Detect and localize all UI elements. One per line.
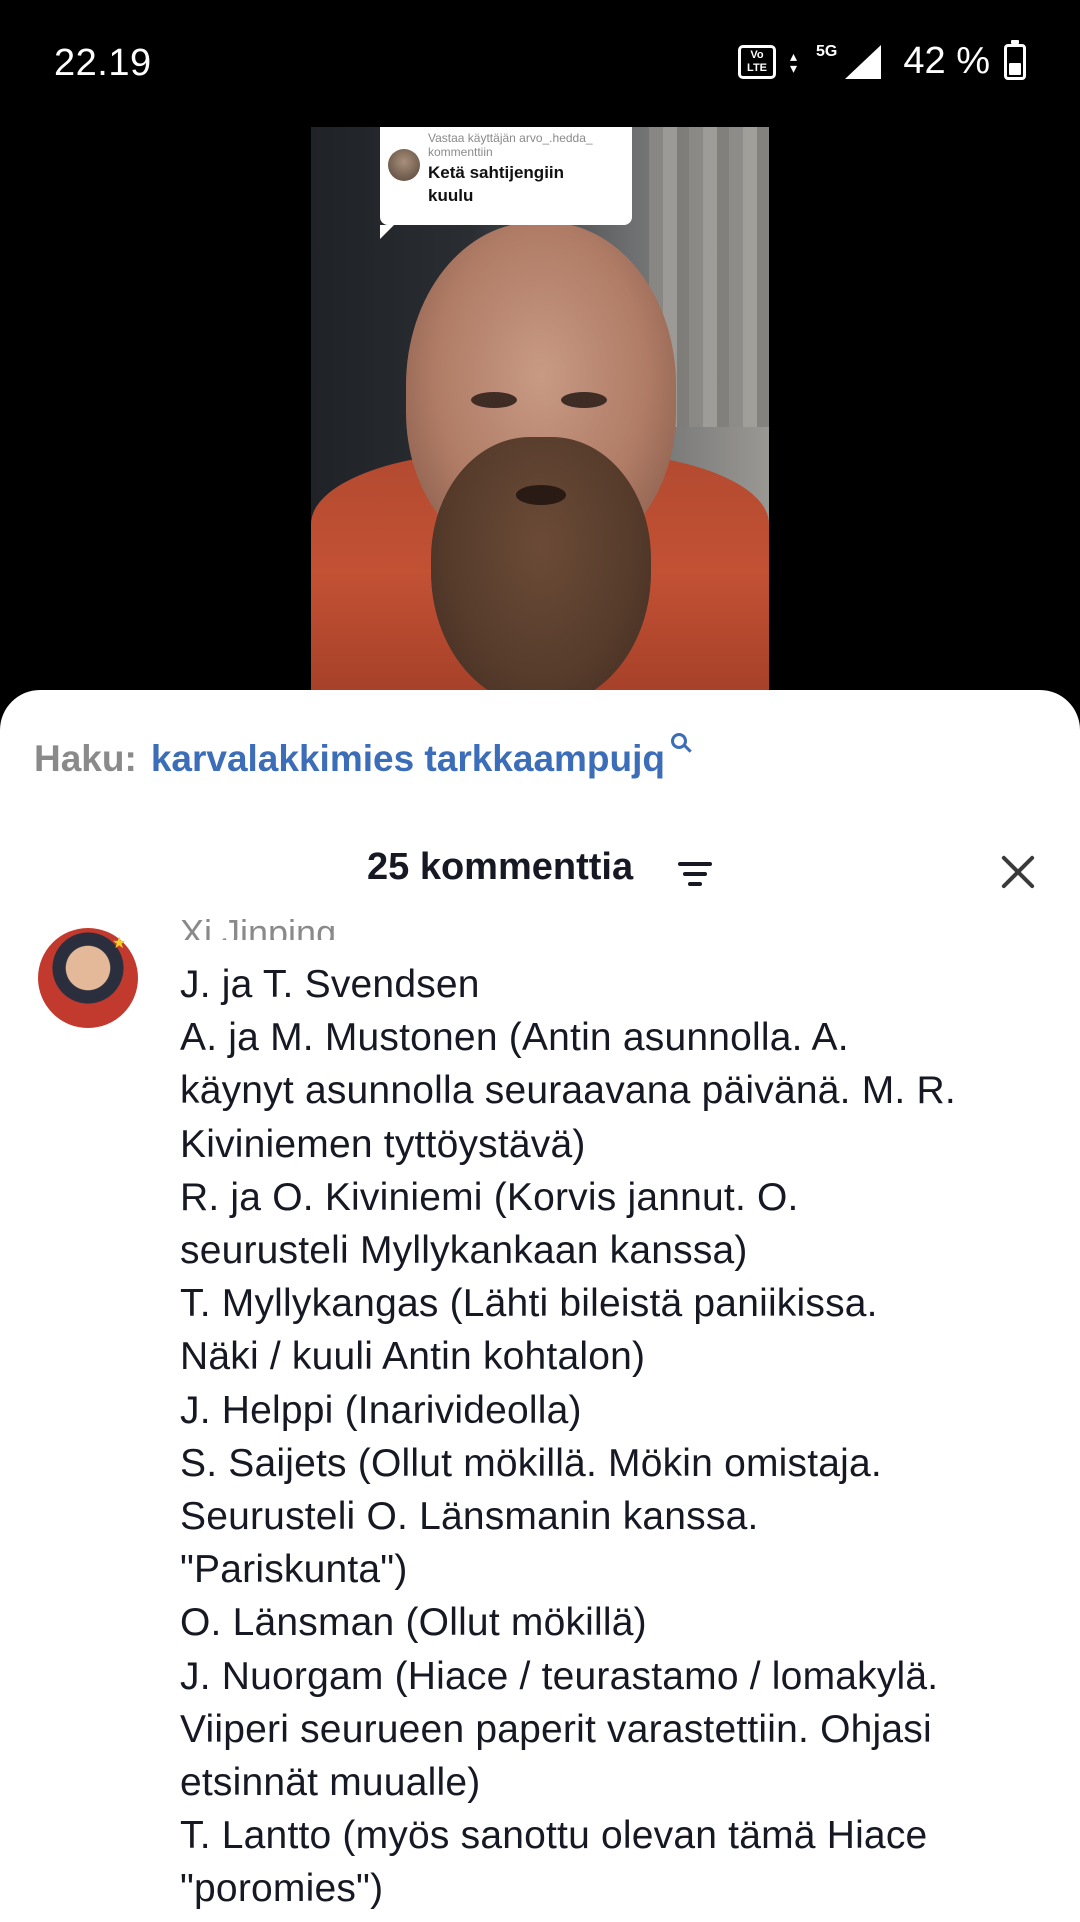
avatar[interactable]: ★ [38, 928, 138, 1028]
comment-line: käynyt asunnolla seuraavana päivänä. M. … [180, 1069, 956, 1113]
volte-icon: Vo LTE [738, 44, 777, 79]
comment-line: Näki / kuuli Antin kohtalon) [180, 1335, 646, 1379]
reply-meta: Vastaa käyttäjän arvo_.hedda_ kommenttii… [428, 131, 593, 159]
comments-count: 25 kommenttia [367, 846, 634, 888]
search-suggestion[interactable]: Haku: karvalakkimies tarkkaampujq [34, 733, 688, 780]
video-person-mouth [516, 485, 566, 505]
comment-line: J. Helppi (Inarivideolla) [180, 1388, 582, 1432]
comment-line: A. ja M. Mustonen (Antin asunnolla. A. [180, 1016, 849, 1060]
battery-percent: 42 % [903, 40, 990, 82]
video-player[interactable]: Vastaa käyttäjän arvo_.hedda_ kommenttii… [311, 127, 769, 692]
status-time: 22.19 [54, 42, 152, 84]
comment-line: T. Lantto (myös sanottu olevan tämä Hiac… [180, 1814, 928, 1858]
comment-line: T. Myllykangas (Lähti bileistä paniikiss… [180, 1282, 878, 1326]
status-bar: 22.19 Vo LTE ▴ ▾ 5G 42 % [0, 0, 1080, 130]
comment-line: J. ja T. Svendsen [180, 963, 480, 1006]
comment-line: S. Saijets (Ollut mökillä. Mökin omistaj… [180, 1441, 882, 1485]
reply-comment-sticker[interactable]: Vastaa käyttäjän arvo_.hedda_ kommenttii… [380, 127, 632, 239]
data-arrows-icon: ▴ ▾ [790, 47, 798, 76]
comment-line: O. Länsman (Ollut mökillä) [180, 1601, 647, 1645]
comment-line: J. Nuorgam (Hiace / teurastamo / lomakyl… [180, 1654, 939, 1698]
comment-line: Kiviniemen tyttöystävä) [180, 1122, 586, 1166]
comment-line: "Pariskunta") [180, 1548, 408, 1592]
search-query-link[interactable]: karvalakkimies tarkkaampujq [151, 738, 665, 780]
battery-level [1009, 62, 1021, 75]
battery-icon [1004, 39, 1026, 80]
video-person-eye [561, 392, 607, 408]
video-person-eye [471, 392, 517, 408]
network-type: 5G [816, 42, 838, 60]
search-label: Haku: [34, 738, 137, 779]
signal-icon [845, 44, 882, 79]
close-icon[interactable] [998, 852, 1038, 892]
comment-line: Seurusteli O. Länsmanin kanssa. [180, 1495, 759, 1539]
comment-line: etsinnät muualle) [180, 1761, 481, 1805]
flag-star-icon: ★ [112, 935, 127, 952]
comment-line: Viiperi seurueen paperit varastettiin. O… [180, 1707, 932, 1751]
comment-line: "poromies") [180, 1867, 384, 1911]
comment-text: J. ja T. Svendsen A. ja M. Mustonen (Anti… [180, 958, 1060, 1916]
video-person-beard [431, 437, 651, 692]
comments-header: 25 kommenttia [0, 842, 1080, 902]
reply-avatar [388, 149, 420, 181]
sort-icon[interactable] [678, 862, 712, 888]
reply-text: Ketä sahtijengiin kuulu [428, 163, 565, 205]
status-icons: Vo LTE ▴ ▾ 5G 42 % [738, 39, 1026, 83]
comment-author[interactable]: Xi Jinping [180, 918, 336, 940]
comment-line: seurusteli Myllykankaan kanssa) [180, 1229, 748, 1273]
search-icon [671, 733, 688, 749]
comment-line: R. ja O. Kiviniemi (Korvis jannut. O. [180, 1175, 799, 1219]
